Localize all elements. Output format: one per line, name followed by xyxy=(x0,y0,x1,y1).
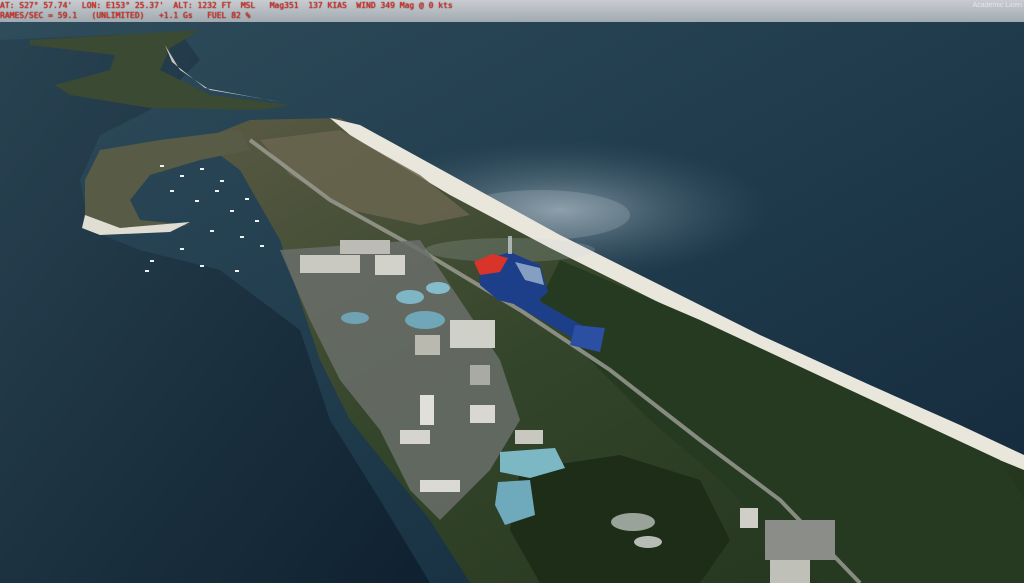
flight-sim-viewport xyxy=(0,0,1024,583)
hud-performance-readout: RAMES/SEC = 59.1 (UNLIMITED) +1.1 Gs FUE… xyxy=(0,11,251,20)
lake-island xyxy=(611,513,655,531)
academic-license-watermark: Academic Licen xyxy=(972,2,1022,9)
lake-island-2 xyxy=(634,536,662,548)
hud-position-readout: AT: S27° 57.74' LON: E153° 25.37' ALT: 1… xyxy=(0,1,453,10)
rotor-mast xyxy=(508,236,512,254)
